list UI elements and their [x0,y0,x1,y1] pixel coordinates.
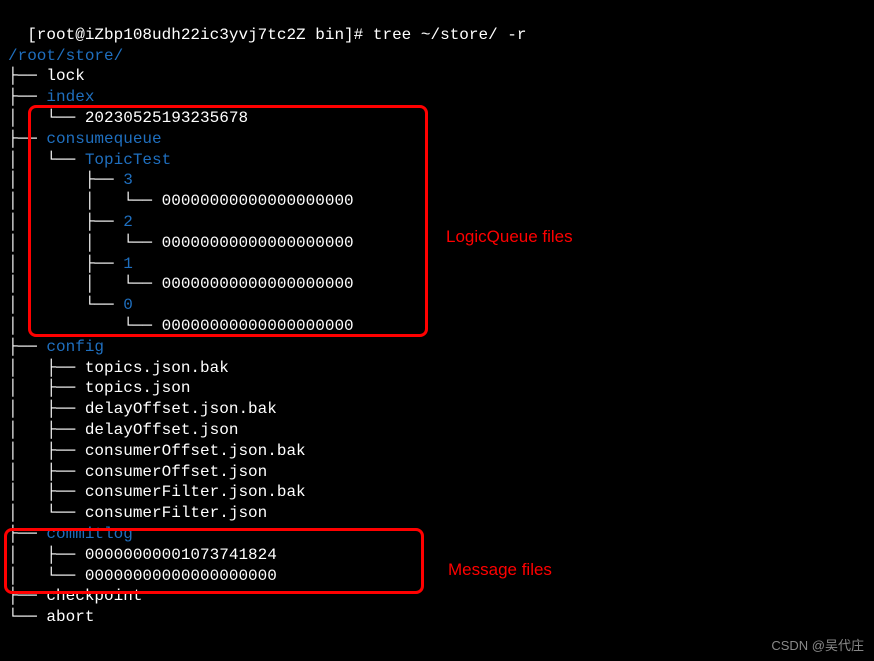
tree-root-path: /root/store/ [8,46,866,67]
tree-entry-config: ├── config [8,337,866,358]
shell-prompt: [root@iZbp108udh22ic3yvj7tc2Z bin]# [27,26,363,44]
tree-entry-lock: ├── lock [8,66,866,87]
tree-entry-abort: └── abort [8,607,866,628]
tree-entry-config-f1: │ ├── topics.json.bak [8,358,866,379]
tree-entry-config-f2: │ ├── topics.json [8,378,866,399]
shell-command: tree ~/store/ -r [373,26,527,44]
tree-entry-config-f7: │ ├── consumerFilter.json.bak [8,482,866,503]
watermark-text: CSDN @吴代庄 [771,638,864,655]
tree-entry-config-f3: │ ├── delayOffset.json.bak [8,399,866,420]
tree-entry-config-f5: │ ├── consumerOffset.json.bak [8,441,866,462]
terminal-prompt-line: [root@iZbp108udh22ic3yvj7tc2Z bin]# tree… [8,4,866,46]
tree-entry-config-f6: │ ├── consumerOffset.json [8,462,866,483]
highlight-box-messagefiles [4,528,424,594]
tree-entry-config-f4: │ ├── delayOffset.json [8,420,866,441]
annotation-logicqueue: LogicQueue files [446,226,573,248]
annotation-messagefiles: Message files [448,559,552,581]
highlight-box-logicqueue [28,105,428,337]
tree-entry-config-f8: │ └── consumerFilter.json [8,503,866,524]
